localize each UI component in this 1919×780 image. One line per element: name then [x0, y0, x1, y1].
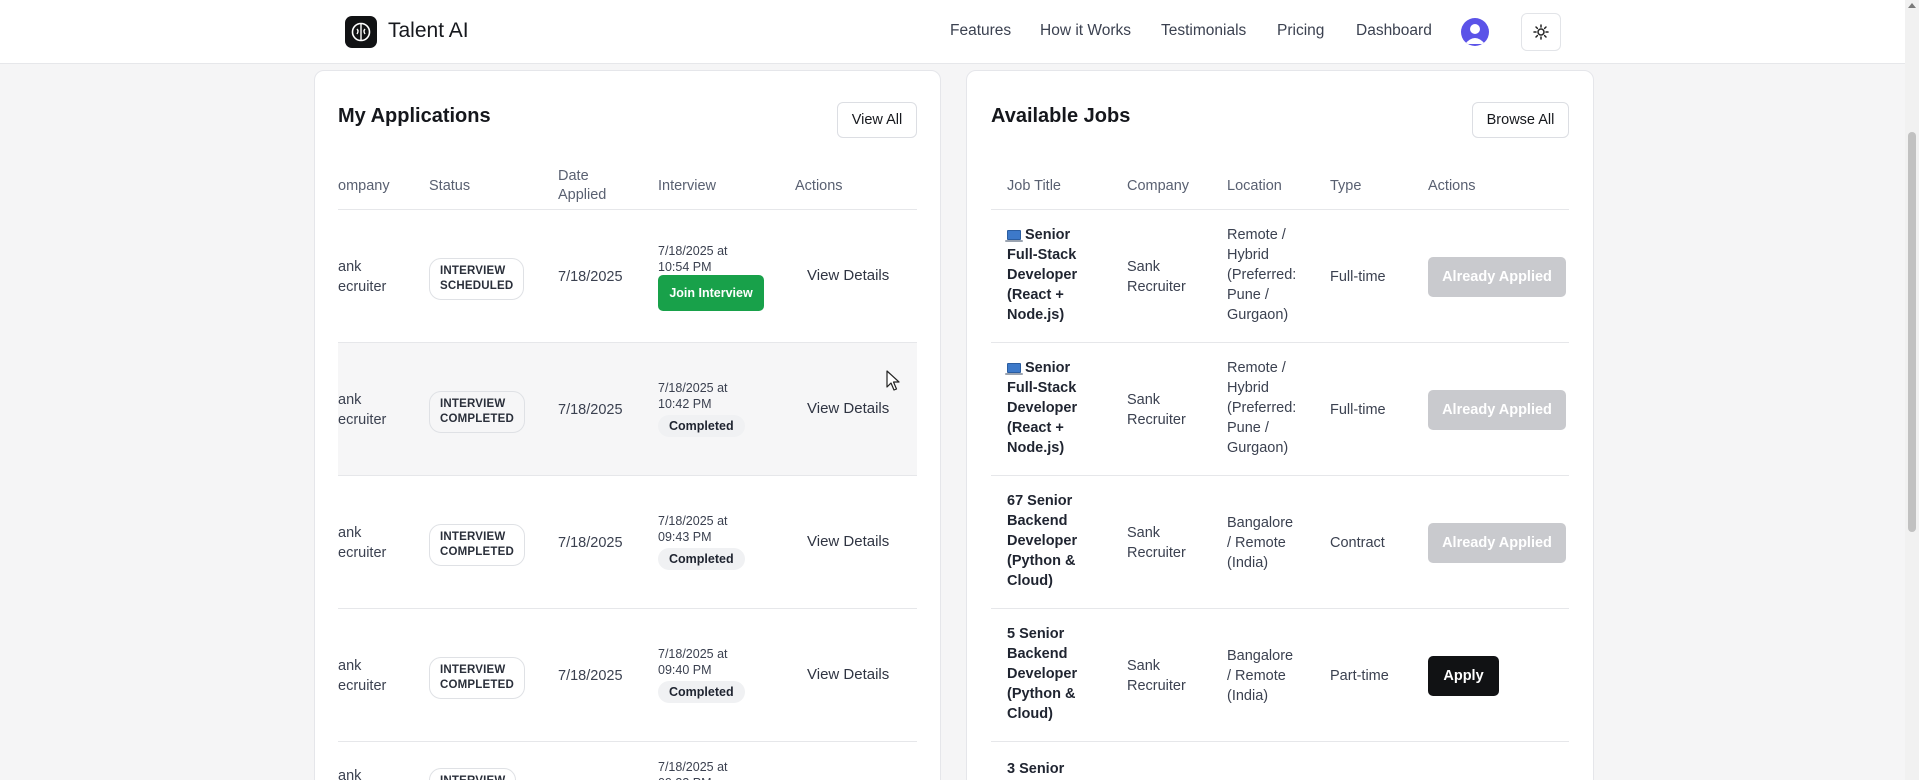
column-header-date-applied: Date Applied [558, 168, 607, 203]
type-cell: Part-time [1330, 668, 1389, 684]
column-header-company: Company [1127, 178, 1190, 194]
company-cell: Sank Recruiter [1127, 525, 1186, 561]
type-cell: Full-time [1330, 269, 1386, 285]
mouse-cursor-icon [886, 370, 900, 391]
view-details-link[interactable]: View Details [807, 666, 889, 683]
nav-features[interactable]: Features [950, 22, 1011, 40]
view-details-link[interactable]: View Details [807, 400, 889, 417]
card-title: Available Jobs [991, 105, 1131, 127]
column-header-company: ompany [338, 178, 390, 194]
interview-time: 7/18/2025 at 09:33 PM [658, 760, 728, 780]
job-title-cell: 67 Senior Backend Developer (Python & Cl… [1007, 493, 1078, 589]
company-cell: Sank Recruiter [1127, 392, 1186, 428]
completed-pill: Completed [658, 681, 745, 703]
nav-pricing[interactable]: Pricing [1277, 22, 1324, 40]
company-cell: ank [338, 768, 362, 780]
status-badge: INTERVIEW COMPLETED [429, 524, 525, 566]
status-badge: INTERVIEW SCHEDULED [429, 258, 525, 300]
company-cell: ank ecruiter [338, 525, 387, 561]
row-divider [991, 475, 1569, 476]
location-cell: Remote / Hybrid (Preferred: Pune / Gurga… [1227, 360, 1297, 456]
location-cell: Bangalore / Remote (India) [1227, 515, 1294, 571]
company-cell: ank ecruiter [338, 658, 387, 694]
interview-time: 7/18/2025 at 09:40 PM [658, 647, 728, 677]
type-cell: Full-time [1330, 402, 1386, 418]
sun-icon [1533, 24, 1549, 40]
completed-pill: Completed [658, 548, 745, 570]
type-cell: Contract [1330, 535, 1385, 551]
date-applied-cell: 7/18/2025 [558, 535, 623, 551]
view-all-button[interactable]: View All [837, 102, 917, 138]
company-cell: ank ecruiter [338, 392, 387, 428]
date-applied-cell: 7/18/2025 [558, 402, 623, 418]
user-avatar[interactable] [1461, 18, 1489, 46]
my-applications-card: My Applications View All ompany Status D… [314, 70, 941, 780]
column-header-location: Location [1227, 178, 1282, 194]
row-divider [991, 608, 1569, 609]
interview-time: 7/18/2025 at 10:42 PM [658, 381, 728, 411]
column-header-actions: Actions [795, 178, 843, 194]
status-badge: INTERVIEW COMPLETED [429, 391, 525, 433]
column-header-actions: Actions [1428, 178, 1476, 194]
interview-time: 7/18/2025 at 09:43 PM [658, 514, 728, 544]
nav-how-it-works[interactable]: How it Works [1040, 22, 1131, 40]
column-header-job-title: Job Title [1007, 178, 1061, 194]
status-badge: INTERVIEW [429, 768, 517, 780]
date-applied-cell: 7/18/2025 [558, 269, 623, 285]
company-cell: Sank Recruiter [1127, 658, 1186, 694]
row-divider [991, 342, 1569, 343]
header-divider [991, 209, 1569, 210]
interview-time: 7/18/2025 at 10:54 PM [658, 244, 728, 274]
card-title: My Applications [338, 105, 491, 127]
scrollbar-thumb[interactable] [1908, 132, 1916, 532]
location-cell: Bangalore / Remote (India) [1227, 648, 1294, 704]
row-divider [338, 741, 917, 742]
status-badge: INTERVIEW COMPLETED [429, 657, 525, 699]
date-applied-cell: 7/18/2025 [558, 668, 623, 684]
column-header-status: Status [429, 178, 471, 194]
job-title-cell: 3 Senior [1007, 761, 1065, 777]
view-details-link[interactable]: View Details [807, 267, 889, 284]
row-divider [991, 741, 1569, 742]
join-interview-button[interactable]: Join Interview [658, 275, 764, 311]
nav-testimonials[interactable]: Testimonials [1161, 22, 1246, 40]
brain-logo-icon[interactable] [345, 16, 377, 48]
already-applied-button[interactable]: Already Applied [1428, 390, 1566, 430]
already-applied-button[interactable]: Already Applied [1428, 523, 1566, 563]
location-cell: Remote / Hybrid (Preferred: Pune / Gurga… [1227, 227, 1297, 323]
available-jobs-card: Available Jobs Browse All Job Title Comp… [966, 70, 1594, 780]
scroll-up-arrow-icon[interactable] [1908, 3, 1916, 8]
top-navbar: Talent AI Features How it Works Testimon… [0, 0, 1905, 64]
browse-all-button[interactable]: Browse All [1472, 102, 1569, 138]
apply-button[interactable]: Apply [1428, 656, 1499, 696]
job-title-cell: Senior Full-Stack Developer (React + Nod… [1005, 225, 1097, 325]
row-divider [338, 475, 917, 476]
theme-toggle-button[interactable] [1521, 13, 1561, 51]
view-details-link[interactable]: View Details [807, 533, 889, 550]
row-divider [338, 608, 917, 609]
laptop-icon [1005, 363, 1023, 375]
company-cell: Sank Recruiter [1127, 259, 1186, 295]
company-cell: ank ecruiter [338, 259, 387, 295]
header-divider [338, 209, 917, 210]
job-title-cell: 5 Senior Backend Developer (Python & Clo… [1007, 626, 1078, 722]
completed-pill: Completed [658, 415, 745, 437]
brand-name[interactable]: Talent AI [388, 19, 469, 43]
column-header-type: Type [1330, 178, 1362, 194]
job-title-cell: Senior Full-Stack Developer (React + Nod… [1005, 358, 1097, 458]
laptop-icon [1005, 230, 1023, 242]
nav-dashboard[interactable]: Dashboard [1356, 22, 1432, 40]
column-header-interview: Interview [658, 178, 717, 194]
already-applied-button[interactable]: Already Applied [1428, 257, 1566, 297]
